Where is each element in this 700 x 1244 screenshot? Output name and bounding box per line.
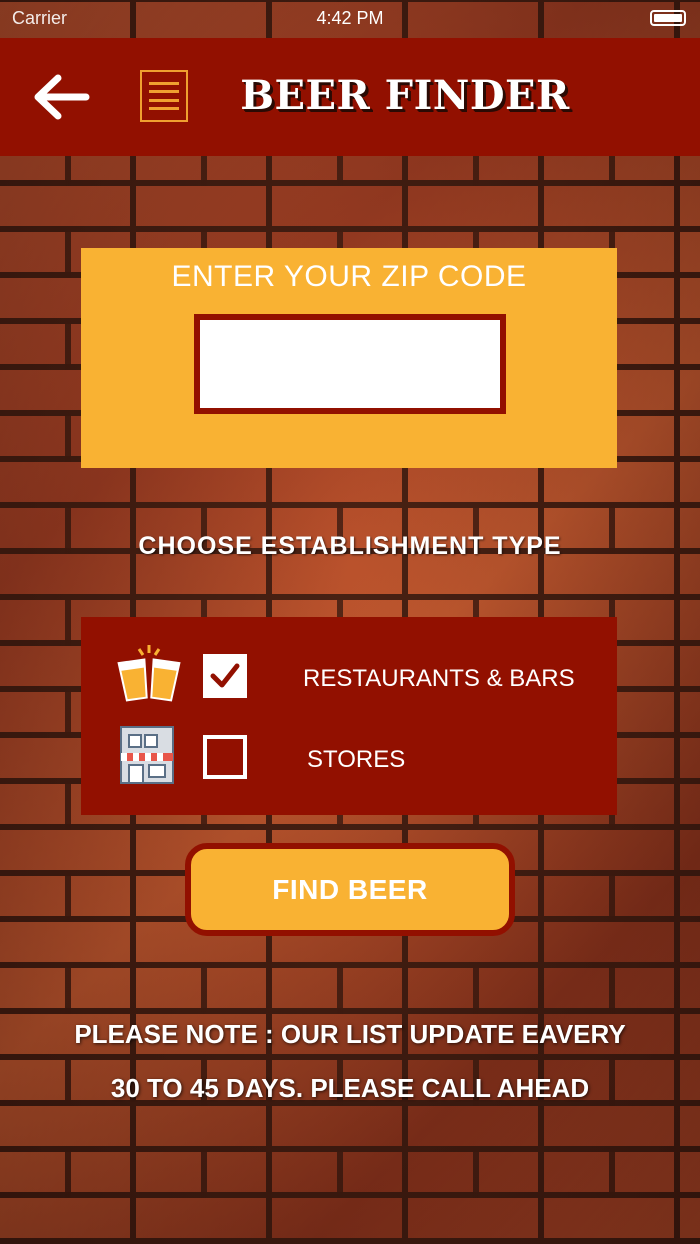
stores-checkbox[interactable]: [203, 735, 247, 779]
checkmark-icon: [210, 663, 240, 688]
zip-code-label: ENTER YOUR ZIP CODE: [171, 260, 527, 293]
beer-glasses-icon: [117, 645, 181, 702]
restaurants-bars-checkbox[interactable]: [203, 654, 247, 698]
stores-label[interactable]: STORES: [307, 746, 405, 774]
status-bar: Carrier 4:42 PM: [0, 0, 700, 38]
hamburger-menu-icon[interactable]: [140, 70, 188, 122]
note-line-1: PLEASE NOTE : OUR LIST UPDATE EAVERY: [74, 1019, 626, 1049]
restaurants-bars-label[interactable]: RESTAURANTS & BARS: [303, 665, 575, 693]
battery-icon: [650, 10, 686, 26]
arrow-left-icon: [34, 74, 90, 120]
storefront-icon: [120, 726, 174, 784]
status-time: 4:42 PM: [316, 8, 384, 28]
back-button[interactable]: [32, 74, 90, 120]
note-line-2: 30 TO 45 DAYS. PLEASE CALL AHEAD: [110, 1073, 590, 1103]
page-title: BEER FINDER: [240, 72, 570, 119]
nav-bar: BEER FINDER: [0, 38, 700, 156]
establishment-type-panel: RESTAURANTS & BARS STORES: [81, 617, 617, 815]
find-beer-button[interactable]: FIND BEER: [185, 843, 515, 936]
establishment-type-heading: CHOOSE ESTABLISHMENT TYPE: [138, 532, 562, 560]
zip-code-input[interactable]: [194, 314, 506, 414]
zip-code-panel: ENTER YOUR ZIP CODE: [81, 248, 617, 468]
